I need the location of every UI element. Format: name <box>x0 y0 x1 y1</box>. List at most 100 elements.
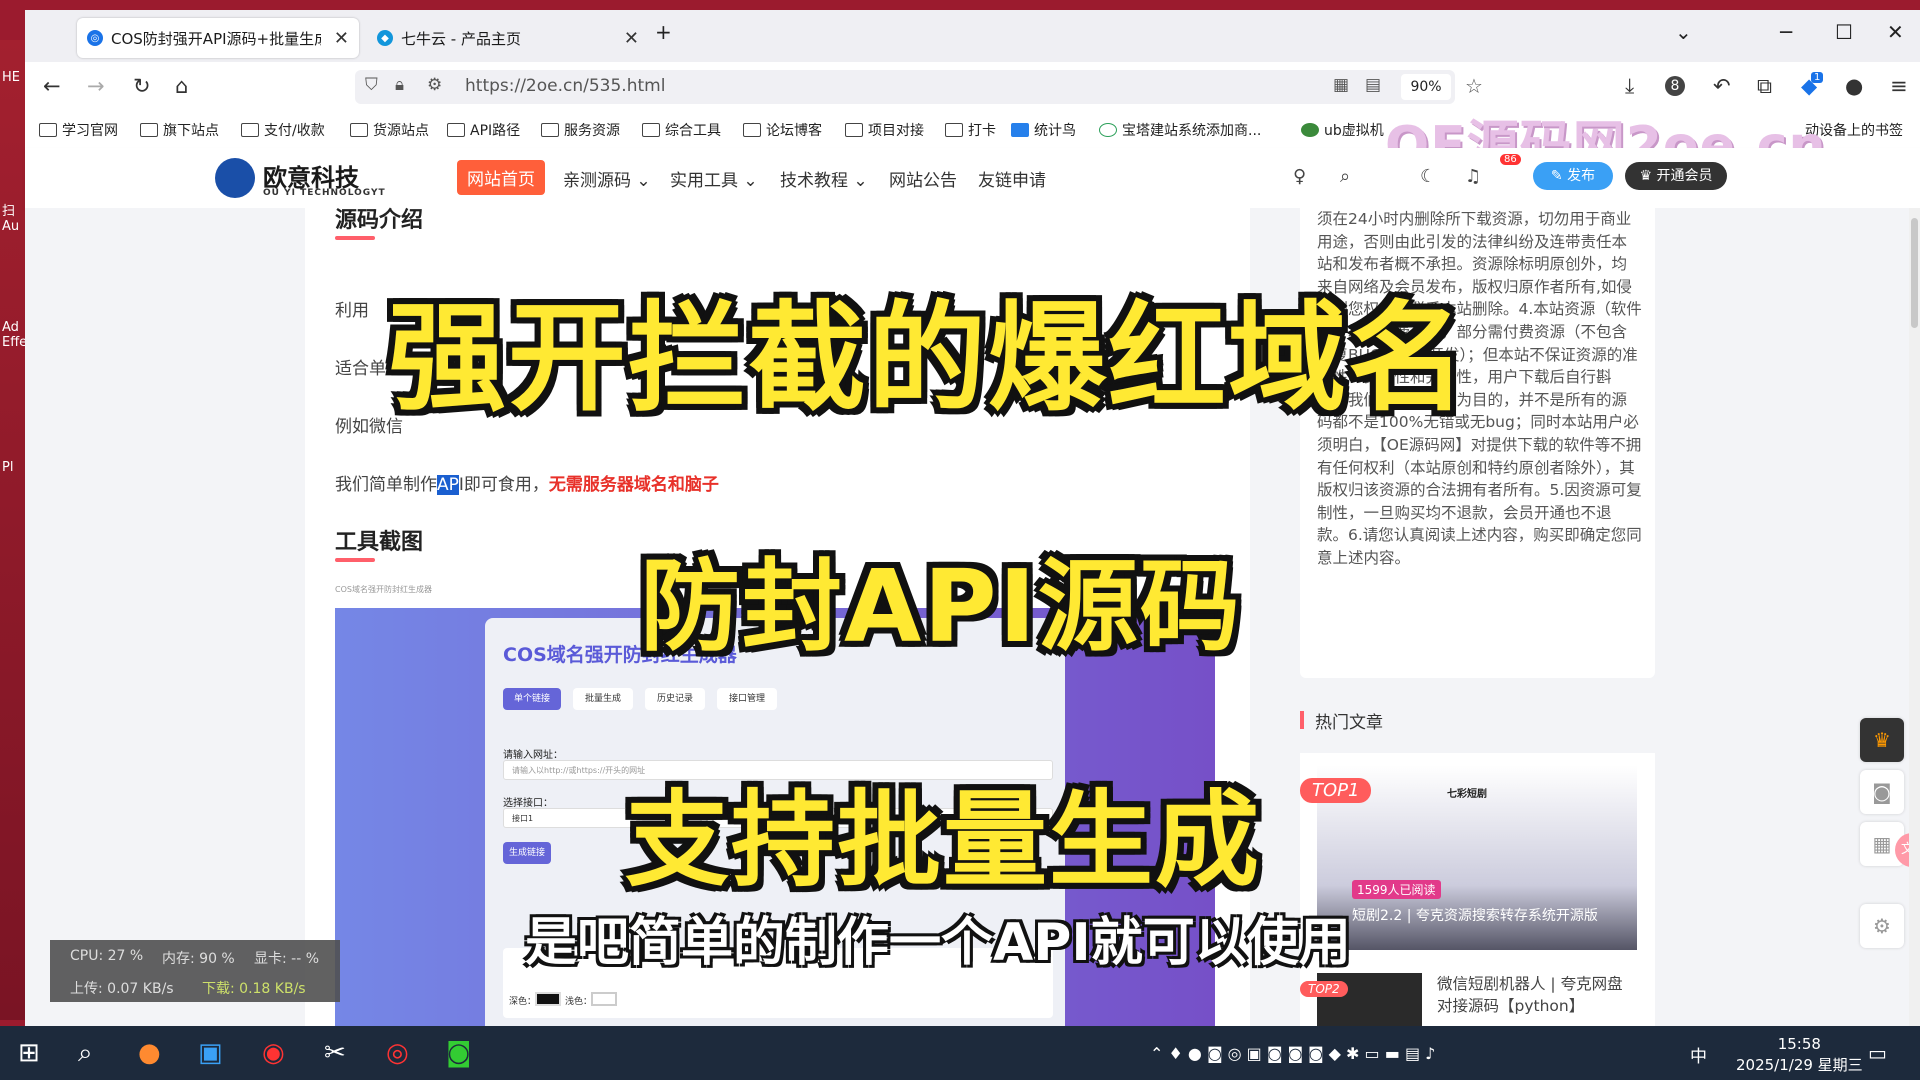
bookmark-label: 项目对接 <box>868 123 924 139</box>
nav-friend-links[interactable]: 友链申请 <box>978 166 1046 191</box>
url-text[interactable]: https://2oe.cn/535.html <box>465 76 665 96</box>
extensions-puzzle-icon[interactable]: ⧉ <box>1757 74 1772 99</box>
dark-mode-icon[interactable]: ☾ <box>1420 166 1436 187</box>
bell-icon[interactable]: ♫ <box>1465 166 1481 187</box>
bookmark-folder[interactable]: 打卡 <box>945 120 996 140</box>
logo-subtitle: OU YI TECHNOLOGYT <box>263 188 386 198</box>
tray-icons[interactable]: ⌃ ♦ ● ◙ ◎ ▣ ◙ ◙ ◙ ◆ ✱ ▭ ▬ ▤ ♪ <box>1150 1044 1435 1063</box>
light-color-label: 浅色： <box>565 997 593 1007</box>
undo-icon[interactable]: ↶ <box>1713 74 1731 98</box>
search-icon[interactable]: ⌕ <box>1340 166 1350 187</box>
bookmark-label: 学习官网 <box>62 123 118 139</box>
minimize-icon[interactable]: ─ <box>1780 20 1792 44</box>
dark-color-swatch[interactable] <box>535 992 561 1006</box>
nav-tools[interactable]: 实用工具 ⌄ <box>670 166 758 191</box>
notification-center-icon[interactable]: ▭ <box>1868 1041 1887 1065</box>
paragraph: 适合单 <box>335 359 386 379</box>
nav-announcements[interactable]: 网站公告 <box>889 166 957 191</box>
vip-label: 开通会员 <box>1656 168 1713 184</box>
page-scrollbar[interactable] <box>1909 208 1920 1036</box>
url-label: 请输入网址： <box>503 750 563 761</box>
desktop-icon-label[interactable]: Ad Effe <box>2 320 27 350</box>
section-text: 工具截图 <box>335 530 424 555</box>
zoom-level[interactable]: 90% <box>1401 74 1451 100</box>
desktop-icon-label[interactable]: HE <box>2 70 24 85</box>
close-tab-icon[interactable]: ✕ <box>334 28 349 49</box>
wechat-icon[interactable]: ◙ <box>446 1038 471 1068</box>
tab-qiniu[interactable]: ◆ 七牛云 - 产品主页 ✕ <box>367 18 649 58</box>
bookmark-link[interactable]: 统计鸟 <box>1011 120 1076 140</box>
selected-text: AP <box>437 475 459 495</box>
maximize-icon[interactable]: ☐ <box>1835 20 1853 44</box>
vip-crown-icon[interactable]: ♛ <box>1860 718 1904 762</box>
address-bar[interactable]: ⛉ 🔒︎ ⚙ https://2oe.cn/535.html ▦ ▤ 90% ☆ <box>355 70 1483 104</box>
nav-tested-source[interactable]: 亲测源码 ⌄ <box>563 166 651 191</box>
hint-icon[interactable]: ♀ <box>1293 166 1306 187</box>
memory-usage: 内存: 90 % <box>162 951 235 967</box>
forward-icon[interactable]: → <box>87 74 105 98</box>
bookmark-label: 服务资源 <box>564 123 620 139</box>
qr-code-icon[interactable]: ▦ <box>1333 75 1349 95</box>
account-icon[interactable]: ● <box>1845 74 1863 98</box>
clock-time: 15:58 <box>1777 1035 1821 1053</box>
vmware-icon[interactable]: ▣ <box>198 1038 223 1068</box>
vm-icon <box>1301 123 1319 137</box>
tab-history[interactable]: 历史记录 <box>645 688 705 710</box>
desktop-icon-label[interactable]: Pl <box>2 460 24 475</box>
tab-batch[interactable]: 批量生成 <box>573 688 633 710</box>
system-monitor: CPU: 27 % 内存: 90 % 显卡: -- % 上传: 0.07 KB/… <box>50 940 340 1002</box>
windows-start-icon[interactable]: ⊞ <box>18 1038 40 1068</box>
nav-home[interactable]: 网站首页 <box>457 160 545 195</box>
generate-button[interactable]: 生成链接 <box>503 842 551 864</box>
system-clock[interactable]: 15:58 2025/1/29 星期三 <box>1736 1034 1863 1076</box>
bookmark-folder[interactable]: 旗下站点 <box>140 120 219 140</box>
bookmark-star-icon[interactable]: ☆ <box>1465 74 1483 98</box>
light-color-swatch[interactable] <box>591 992 617 1006</box>
new-tab-icon[interactable]: + <box>655 20 672 44</box>
bookmark-folder[interactable]: API路径 <box>447 120 520 140</box>
top1-title[interactable]: 短剧2.2 | 夸克资源搜索转存系统开源版 <box>1352 905 1598 925</box>
clock-date: 2025/1/29 星期三 <box>1736 1056 1863 1074</box>
bookmark-folder[interactable]: 论坛博客 <box>743 120 822 140</box>
bookmark-folder[interactable]: 服务资源 <box>541 120 620 140</box>
tab-api-manage[interactable]: 接口管理 <box>717 688 777 710</box>
top2-title[interactable]: 微信短剧机器人 | 夸克网盘对接源码【python】 <box>1437 973 1637 1017</box>
bookmark-folder[interactable]: 学习官网 <box>39 120 118 140</box>
bookmark-link[interactable]: ub虚拟机 <box>1301 120 1384 140</box>
desktop-icon-label[interactable]: 扫 Au <box>2 200 24 234</box>
nav-tutorials[interactable]: 技术教程 ⌄ <box>780 166 868 191</box>
download-icon[interactable]: ⤓ <box>1625 74 1634 99</box>
reader-view-icon[interactable]: ▤ <box>1365 75 1381 95</box>
bookmark-link[interactable]: 宝塔建站系统添加商... <box>1099 120 1261 140</box>
tab-list-chevron-icon[interactable]: ⌄ <box>1675 20 1692 44</box>
search-icon[interactable]: ⌕ <box>78 1038 93 1069</box>
record-icon[interactable]: ◉ <box>262 1038 285 1068</box>
api-label: 选择接口： <box>503 798 553 809</box>
tab-cos-api[interactable]: ◎ COS防封强开API源码+批量生成 ✕ <box>77 18 359 58</box>
netease-music-icon[interactable]: ◎ <box>386 1038 409 1068</box>
bookmark-folder[interactable]: 项目对接 <box>845 120 924 140</box>
lock-icon[interactable]: 🔒︎ <box>395 75 404 95</box>
permissions-icon[interactable]: ⚙ <box>427 75 442 95</box>
bookmark-folder[interactable]: 综合工具 <box>642 120 721 140</box>
close-window-icon[interactable]: ✕ <box>1887 20 1904 44</box>
capcut-icon[interactable]: ✂ <box>324 1038 346 1068</box>
settings-gear-icon[interactable]: ⚙ <box>1860 904 1904 948</box>
close-tab-icon[interactable]: ✕ <box>624 28 639 49</box>
bookmark-folder[interactable]: 支付/收款 <box>241 120 325 140</box>
wechat-icon[interactable]: ◙ <box>1860 770 1904 814</box>
reload-icon[interactable]: ↻ <box>133 74 151 98</box>
folder-icon <box>541 123 559 137</box>
publish-button[interactable]: ✎ 发布 <box>1533 162 1613 190</box>
firefox-icon[interactable]: ● <box>138 1038 161 1068</box>
back-icon[interactable]: ← <box>43 74 61 98</box>
tab-single-link[interactable]: 单个链接 <box>503 688 561 710</box>
vip-button[interactable]: ♛ 开通会员 <box>1625 162 1727 190</box>
logo-icon[interactable] <box>215 158 255 198</box>
extension-icon[interactable]: 8 <box>1665 76 1685 96</box>
home-icon[interactable]: ⌂ <box>175 74 188 98</box>
shield-icon[interactable]: ⛉ <box>365 75 378 95</box>
ime-indicator[interactable]: 中 <box>1690 1042 1707 1067</box>
menu-icon[interactable]: ≡ <box>1890 74 1908 98</box>
bookmark-folder[interactable]: 货源站点 <box>350 120 429 140</box>
